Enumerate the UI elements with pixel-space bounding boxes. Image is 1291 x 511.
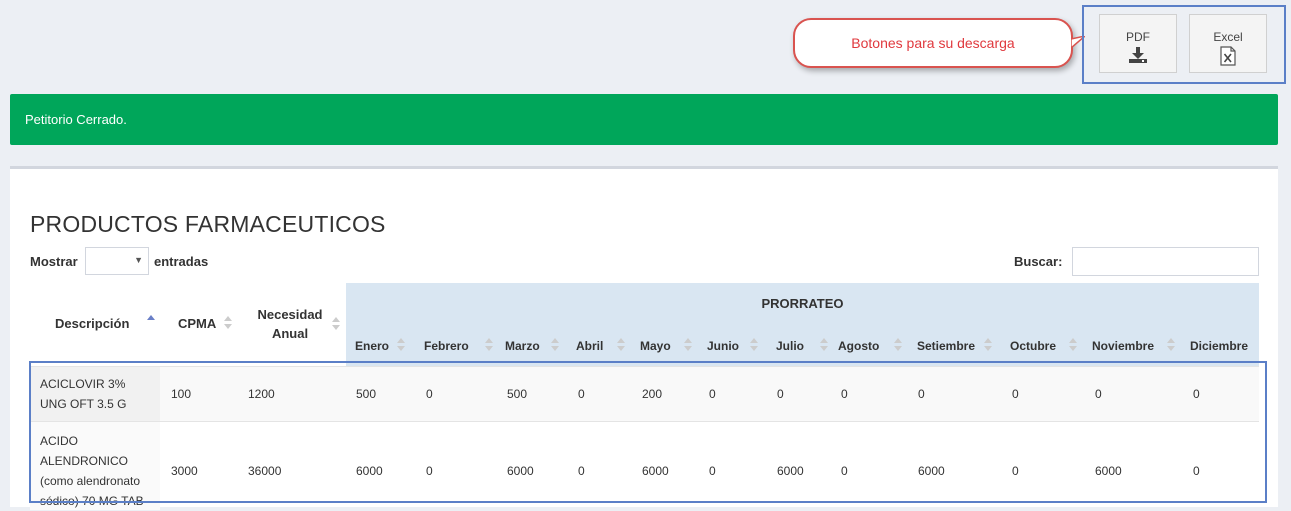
alert-text: Petitorio Cerrado.: [25, 112, 127, 127]
search-label: Buscar:: [1014, 254, 1063, 269]
sort-icon[interactable]: [750, 338, 758, 352]
download-callout: Botones para su descarga: [793, 18, 1073, 68]
excel-file-icon: [1220, 46, 1236, 66]
show-entries-label: Mostrar: [30, 254, 78, 269]
column-header-month[interactable]: Setiembre: [917, 339, 975, 353]
sort-icon[interactable]: [617, 338, 625, 352]
column-header-month[interactable]: Mayo: [640, 339, 671, 353]
entries-label: entradas: [154, 254, 209, 269]
sort-icon[interactable]: [485, 338, 493, 352]
pdf-button-label: PDF: [1126, 30, 1150, 44]
page-title: PRODUCTOS FARMACEUTICOS: [30, 211, 386, 237]
sort-icon[interactable]: [551, 338, 559, 352]
column-header-month[interactable]: Enero: [355, 339, 389, 353]
status-alert: Petitorio Cerrado.: [10, 94, 1278, 145]
column-header-month[interactable]: Marzo: [505, 339, 540, 353]
sort-ascending-icon[interactable]: [147, 315, 155, 329]
column-header-cpma[interactable]: CPMA: [178, 316, 216, 331]
sort-icon[interactable]: [984, 338, 992, 352]
callout-text: Botones para su descarga: [851, 35, 1015, 51]
column-header-month[interactable]: Febrero: [424, 339, 469, 353]
sort-icon[interactable]: [397, 338, 405, 352]
rows-highlight-box: [29, 361, 1267, 503]
caret-down-icon: ▼: [134, 255, 143, 265]
necesidad-line1: Necesidad: [257, 307, 323, 322]
column-header-month[interactable]: Abril: [576, 339, 603, 353]
sort-icon[interactable]: [224, 316, 232, 330]
sort-icon[interactable]: [1167, 338, 1175, 352]
excel-button-label: Excel: [1213, 30, 1243, 44]
sort-icon[interactable]: [894, 338, 902, 352]
excel-download-button[interactable]: Excel: [1189, 14, 1267, 73]
column-header-month[interactable]: Junio: [707, 339, 739, 353]
sort-icon[interactable]: [1069, 338, 1077, 352]
column-header-month[interactable]: Julio: [776, 339, 804, 353]
sort-icon[interactable]: [332, 317, 340, 331]
search-input[interactable]: [1072, 247, 1259, 276]
column-header-month[interactable]: Octubre: [1010, 339, 1056, 353]
prorrateo-header: PRORRATEO: [761, 296, 844, 311]
column-header-month[interactable]: Agosto: [838, 339, 879, 353]
column-header-month[interactable]: Noviembre: [1092, 339, 1154, 353]
column-header-descripcion[interactable]: Descripción: [55, 316, 129, 331]
pdf-download-button[interactable]: PDF: [1099, 14, 1177, 73]
sort-icon[interactable]: [820, 338, 828, 352]
column-header-necesidad-anual[interactable]: Necesidad Anual: [248, 305, 332, 343]
necesidad-line2: Anual: [271, 326, 309, 341]
download-icon: [1129, 47, 1147, 63]
column-header-month[interactable]: Diciembre: [1190, 339, 1248, 353]
sort-icon[interactable]: [684, 338, 692, 352]
entries-per-page-select[interactable]: ▼: [85, 247, 149, 275]
